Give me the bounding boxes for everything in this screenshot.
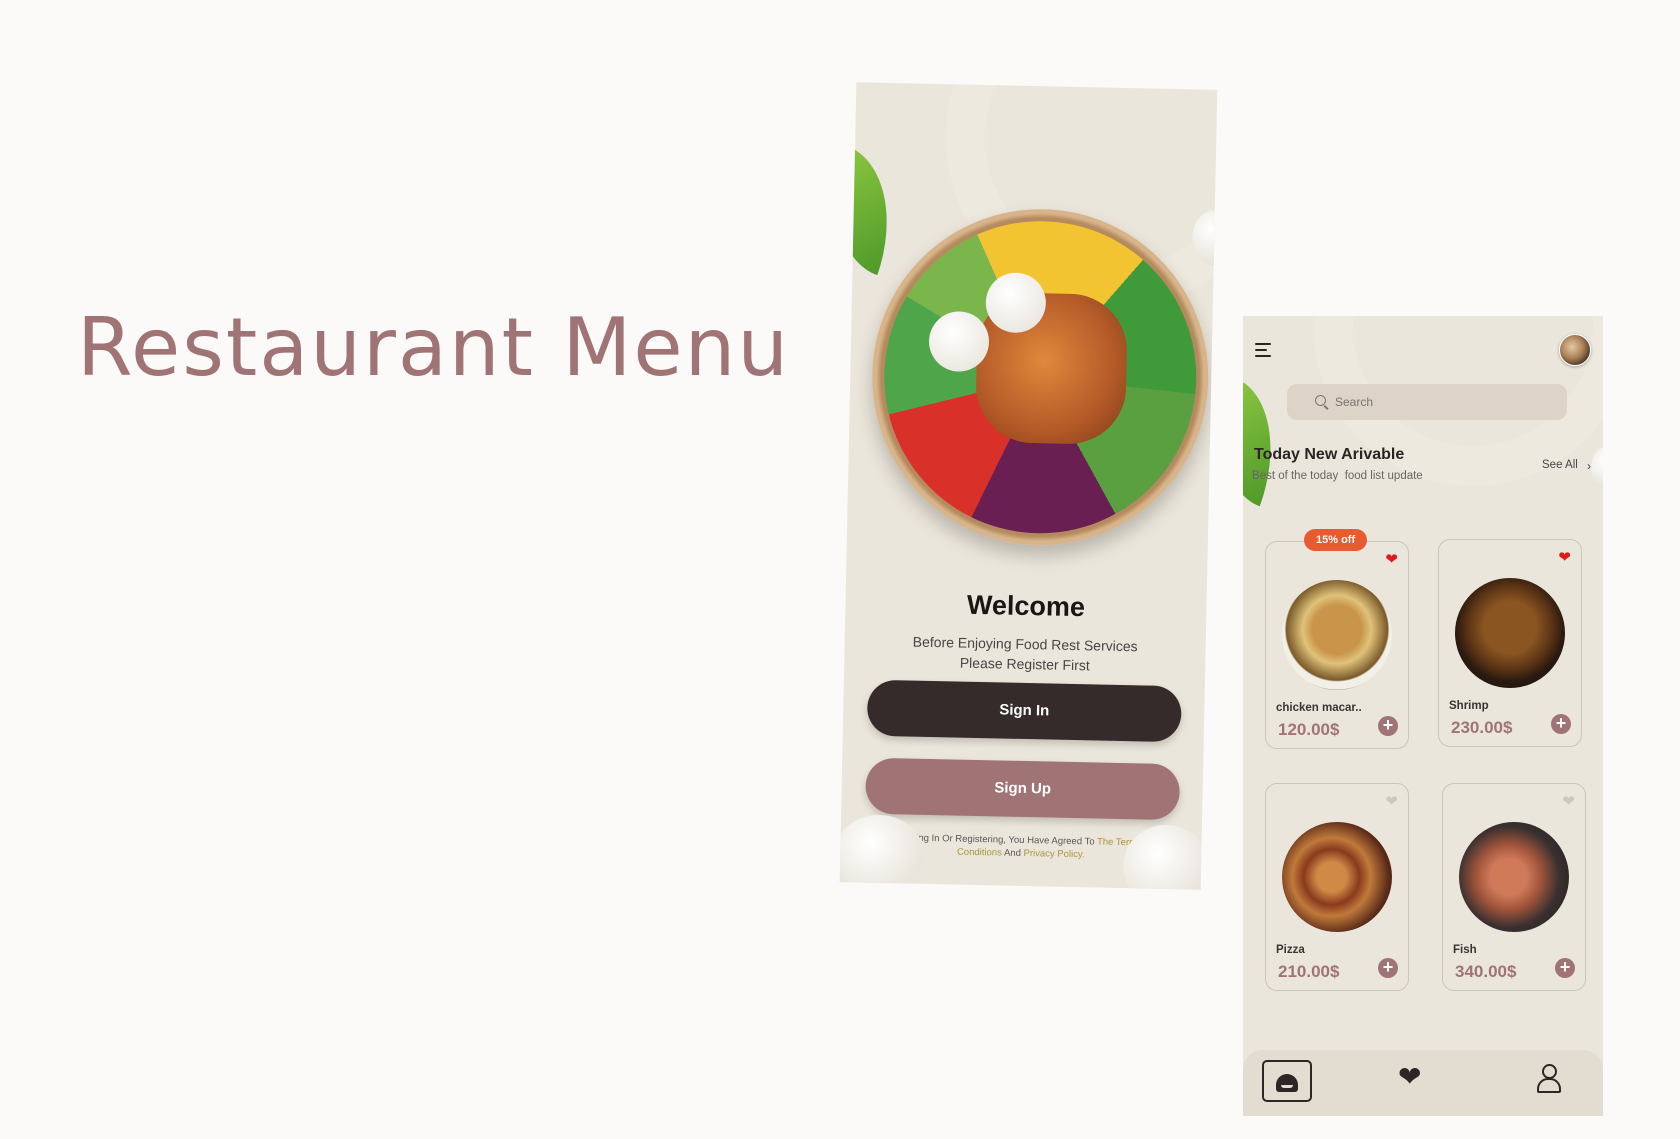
food-name: Shrimp <box>1449 700 1489 712</box>
favorite-heart-icon[interactable]: ❤ <box>1385 794 1398 809</box>
nav-home-button[interactable] <box>1262 1060 1312 1102</box>
search-icon <box>1315 395 1326 406</box>
menu-screen: Today New Arivable Best of the today foo… <box>1243 316 1603 1116</box>
sign-in-button[interactable]: Sign In <box>866 679 1182 743</box>
food-image <box>1459 822 1569 932</box>
food-name: Pizza <box>1276 944 1305 956</box>
food-name: chicken macar.. <box>1276 702 1362 714</box>
food-card-chicken-macaroni[interactable]: 15% off ❤ chicken macar.. 120.00$ + <box>1265 529 1409 749</box>
section-title: Today New Arivable <box>1254 446 1405 463</box>
search-input[interactable] <box>1335 384 1555 420</box>
egg-decoration <box>839 814 926 890</box>
legal-and: And <box>1003 847 1022 859</box>
favorite-heart-icon[interactable]: ❤ <box>1558 550 1571 565</box>
see-all-link[interactable]: See All <box>1542 459 1578 471</box>
food-price: 210.00$ <box>1278 962 1340 981</box>
home-icon <box>1276 1074 1298 1092</box>
favorite-heart-icon[interactable]: ❤ <box>1385 552 1398 567</box>
food-image <box>1455 578 1565 688</box>
food-price: 230.00$ <box>1451 718 1513 737</box>
welcome-subtitle: Before Enjoying Food Rest Services Pleas… <box>844 630 1206 678</box>
hero-title: Restaurant Menu <box>77 301 791 394</box>
add-to-cart-plus-icon[interactable]: + <box>1378 958 1398 978</box>
bottom-nav: ❤ <box>1243 1050 1603 1116</box>
welcome-title: Welcome <box>966 589 1086 623</box>
food-price: 340.00$ <box>1455 962 1517 981</box>
food-name: Fish <box>1453 944 1477 956</box>
salad-ingredients <box>881 217 1200 537</box>
favorite-heart-icon[interactable]: ❤ <box>1562 794 1575 809</box>
sign-up-button[interactable]: Sign Up <box>865 757 1181 821</box>
add-to-cart-plus-icon[interactable]: + <box>1551 714 1571 734</box>
nav-favorites-heart-icon[interactable]: ❤ <box>1398 1063 1421 1091</box>
add-to-cart-plus-icon[interactable]: + <box>1555 958 1575 978</box>
discount-badge: 15% off <box>1304 529 1368 551</box>
egg-decoration <box>1591 446 1603 490</box>
hamburger-menu-icon[interactable] <box>1255 343 1273 357</box>
nav-profile-user-icon[interactable] <box>1537 1064 1561 1094</box>
food-price: 120.00$ <box>1278 720 1340 739</box>
avatar[interactable] <box>1559 334 1591 366</box>
food-card-pizza[interactable]: ❤ Pizza 210.00$ + <box>1265 783 1409 991</box>
privacy-link[interactable]: Privacy Policy. <box>1023 848 1084 860</box>
welcome-screen: Welcome Before Enjoying Food Rest Servic… <box>839 82 1218 890</box>
leaf-decoration <box>839 145 915 276</box>
food-card-shrimp[interactable]: ❤ Shrimp 230.00$ + <box>1438 539 1582 747</box>
search-bar[interactable] <box>1287 384 1567 420</box>
section-subtitle: Best of the today food list update <box>1252 470 1423 482</box>
food-image <box>1282 580 1392 690</box>
food-card-fish[interactable]: ❤ Fish 340.00$ + <box>1442 783 1586 991</box>
egg-decoration <box>1122 824 1210 890</box>
add-to-cart-plus-icon[interactable]: + <box>1378 716 1398 736</box>
food-image <box>1282 822 1392 932</box>
